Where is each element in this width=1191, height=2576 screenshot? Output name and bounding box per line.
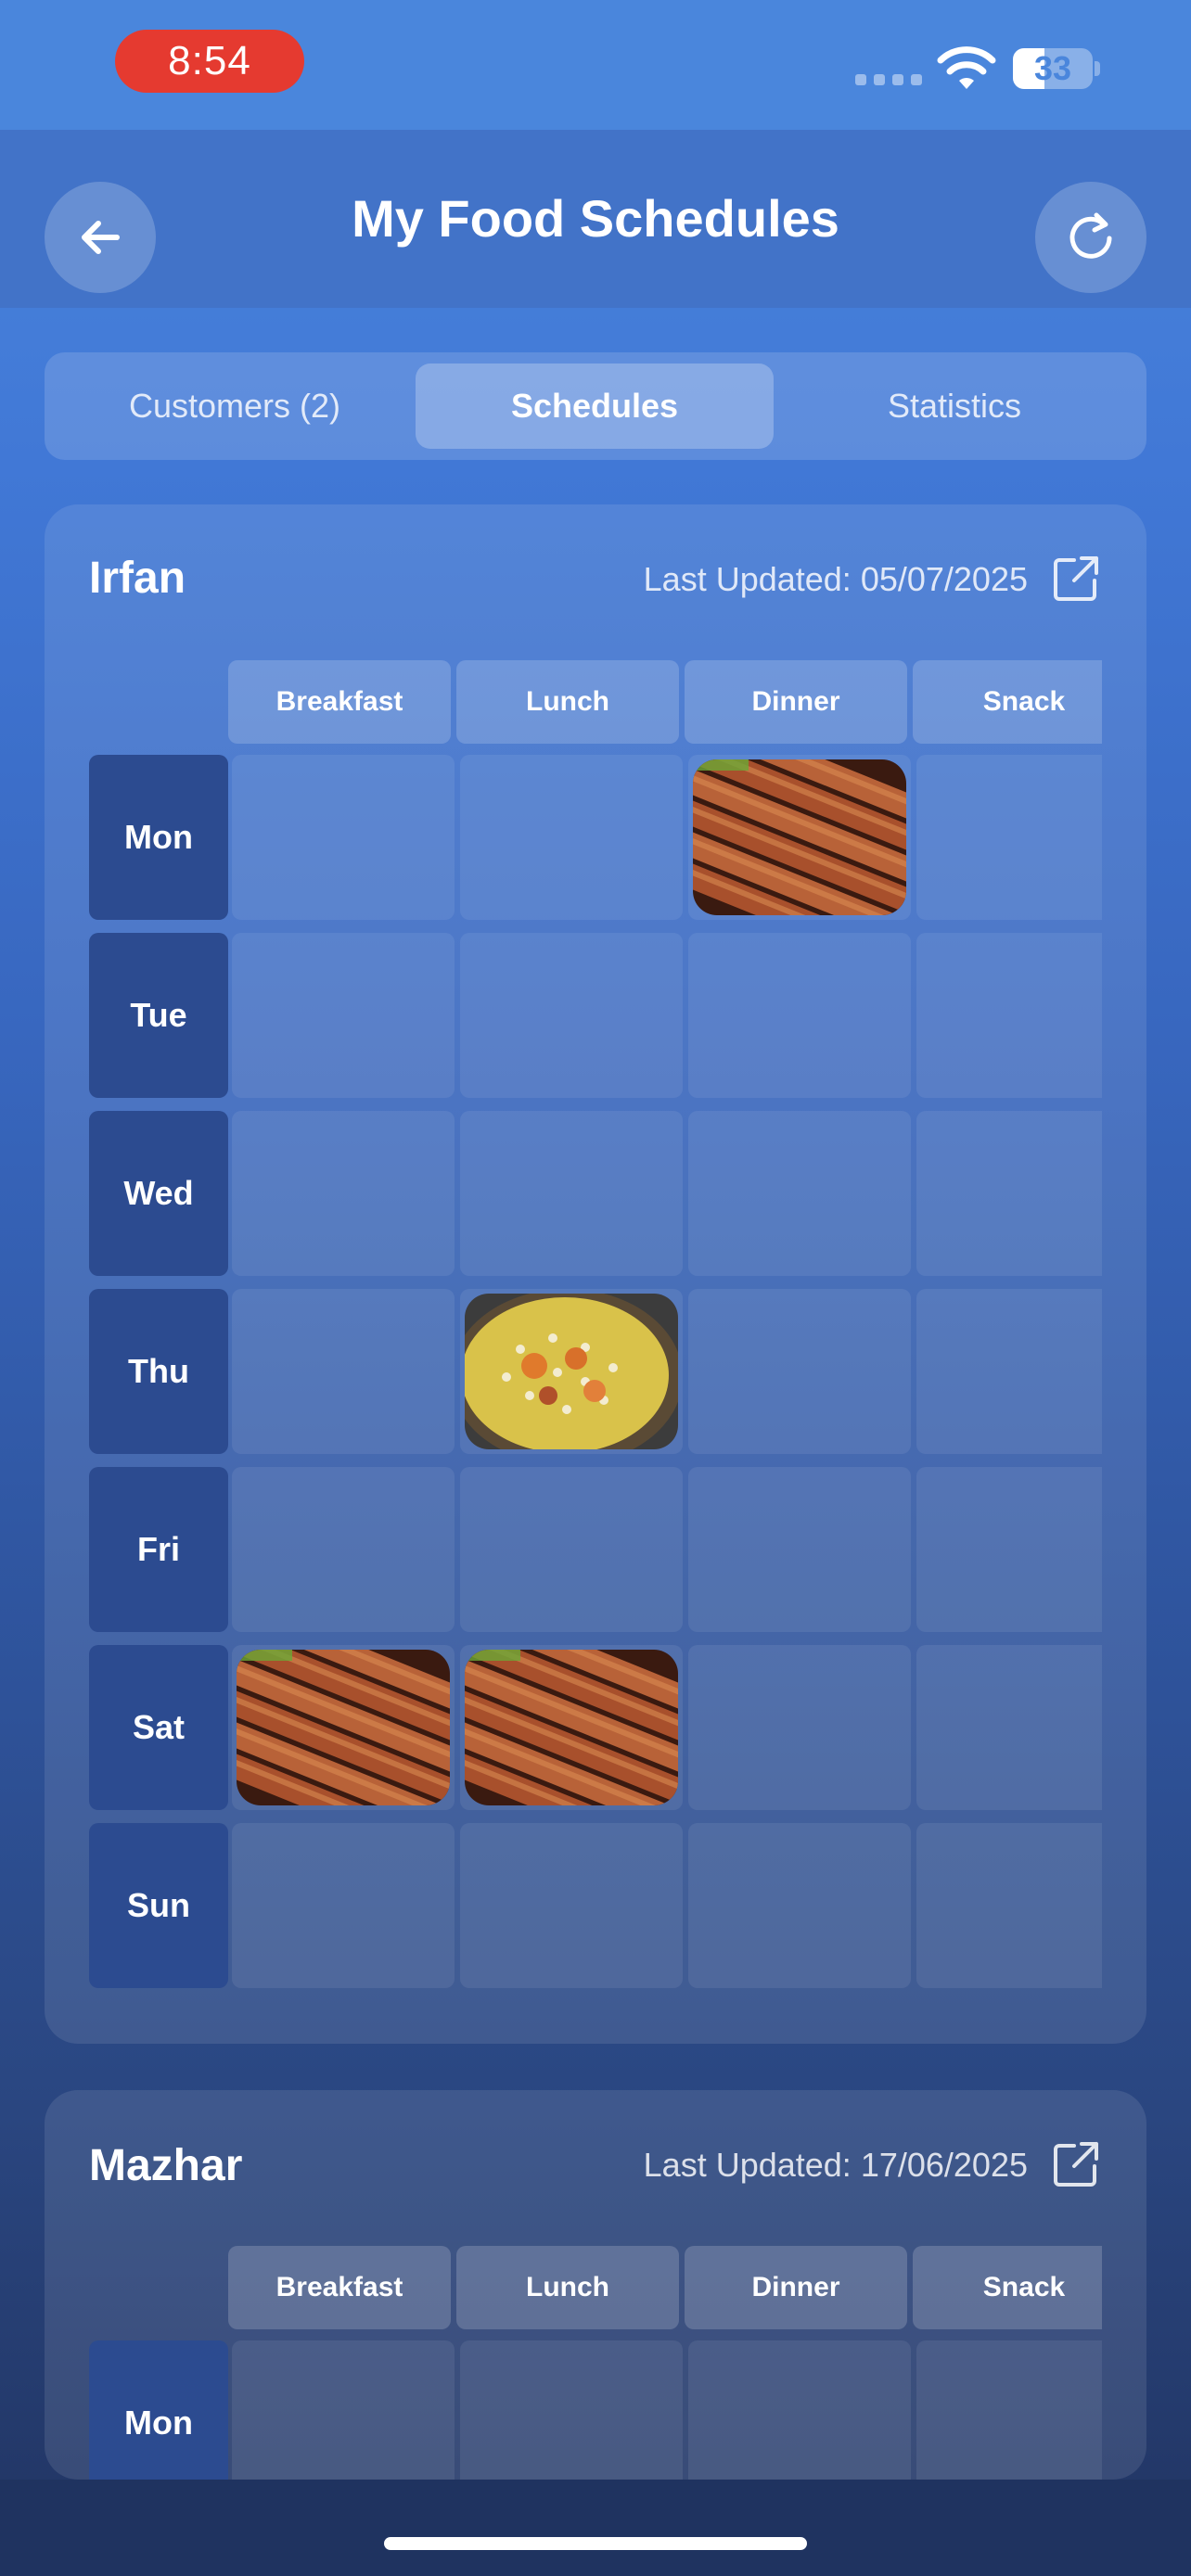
meal-slot[interactable] [232, 1645, 455, 1810]
day-label: Thu [89, 1289, 228, 1454]
meal-slot[interactable] [232, 1823, 455, 1988]
bottom-safe-area [0, 2480, 1191, 2576]
meal-slot[interactable] [916, 1289, 1102, 1454]
external-link-icon[interactable] [1050, 553, 1102, 605]
day-label: Sat [89, 1645, 228, 1810]
battery-icon: 33 [1013, 48, 1093, 89]
meal-slot[interactable] [688, 1645, 911, 1810]
status-bar: 8:54 33 [0, 0, 1191, 130]
day-label: Tue [89, 933, 228, 1098]
meal-column-header: Breakfast [228, 660, 451, 744]
meal-slot[interactable] [916, 1645, 1102, 1810]
meal-slot[interactable] [916, 755, 1102, 920]
schedule-card-mazhar: Mazhar Last Updated: 17/06/2025 Breakfas… [45, 2090, 1146, 2480]
meal-slot[interactable] [916, 1467, 1102, 1632]
day-label: Mon [89, 2340, 228, 2480]
battery-level: 33 [1033, 49, 1072, 87]
meal-column-header: Lunch [456, 660, 679, 744]
meal-slot[interactable] [916, 1823, 1102, 1988]
day-label: Sun [89, 1823, 228, 1988]
meal-column-header: Lunch [456, 2246, 679, 2329]
meal-slot[interactable] [688, 1289, 911, 1454]
external-link-icon[interactable] [1050, 2138, 1102, 2190]
home-indicator[interactable] [384, 2537, 807, 2550]
meal-column-header: Dinner [685, 2246, 907, 2329]
meal-slot[interactable] [688, 1823, 911, 1988]
day-label: Fri [89, 1467, 228, 1632]
meal-slot[interactable] [688, 755, 911, 920]
meal-slot[interactable] [460, 1645, 683, 1810]
meal-column-header: Dinner [685, 660, 907, 744]
schedule-card-irfan: Irfan Last Updated: 05/07/2025 Breakfast… [45, 504, 1146, 2044]
meal-slot[interactable] [688, 1467, 911, 1632]
meal-slot[interactable] [460, 1111, 683, 1276]
meal-slot[interactable] [460, 933, 683, 1098]
schedule-grid: Breakfast Lunch Dinner Snack Mon [89, 2246, 1102, 2480]
customer-name: Mazhar [89, 2141, 243, 2190]
meal-slot[interactable] [232, 1289, 455, 1454]
refresh-icon [1069, 212, 1112, 259]
wifi-icon [937, 46, 996, 89]
meal-slot[interactable] [916, 2340, 1102, 2480]
meal-slot[interactable] [460, 1289, 683, 1454]
meal-slot[interactable] [460, 755, 683, 920]
meal-slot[interactable] [688, 2340, 911, 2480]
refresh-button[interactable] [1035, 182, 1146, 293]
last-updated: Last Updated: 17/06/2025 [643, 2146, 1028, 2184]
meal-slot[interactable] [460, 2340, 683, 2480]
meal-slot[interactable] [232, 2340, 455, 2480]
day-label: Wed [89, 1111, 228, 1276]
meal-slot[interactable] [916, 933, 1102, 1098]
meal-slot[interactable] [232, 1111, 455, 1276]
meal-column-header: Breakfast [228, 2246, 451, 2329]
meal-slot[interactable] [460, 1467, 683, 1632]
meal-column-header: Snack [913, 2246, 1102, 2329]
customer-name: Irfan [89, 554, 186, 603]
food-image-biryani[interactable] [465, 1294, 678, 1449]
page-title: My Food Schedules [352, 189, 839, 248]
cellular-signal-icon [855, 74, 922, 85]
tab-bar: Customers (2) Schedules Statistics [45, 352, 1146, 460]
meal-slot[interactable] [232, 933, 455, 1098]
meal-slot[interactable] [460, 1823, 683, 1988]
status-time: 8:54 [115, 30, 304, 93]
meal-slot[interactable] [688, 1111, 911, 1276]
meal-slot[interactable] [232, 1467, 455, 1632]
tab-customers[interactable]: Customers (2) [56, 363, 414, 449]
tab-schedules[interactable]: Schedules [416, 363, 774, 449]
battery-cap [1095, 61, 1100, 76]
last-updated: Last Updated: 05/07/2025 [643, 560, 1028, 598]
schedule-grid: Breakfast Lunch Dinner Snack Mon Tue Wed Thu Fri… [89, 660, 1102, 2005]
food-image-kebab[interactable] [693, 759, 906, 915]
meal-slot[interactable] [232, 755, 455, 920]
meal-slot[interactable] [916, 1111, 1102, 1276]
food-image-kebab[interactable] [465, 1650, 678, 1805]
day-label: Mon [89, 755, 228, 920]
meal-slot[interactable] [688, 933, 911, 1098]
tab-statistics[interactable]: Statistics [775, 363, 1133, 449]
food-image-kebab[interactable] [237, 1650, 450, 1805]
meal-column-header: Snack [913, 660, 1102, 744]
